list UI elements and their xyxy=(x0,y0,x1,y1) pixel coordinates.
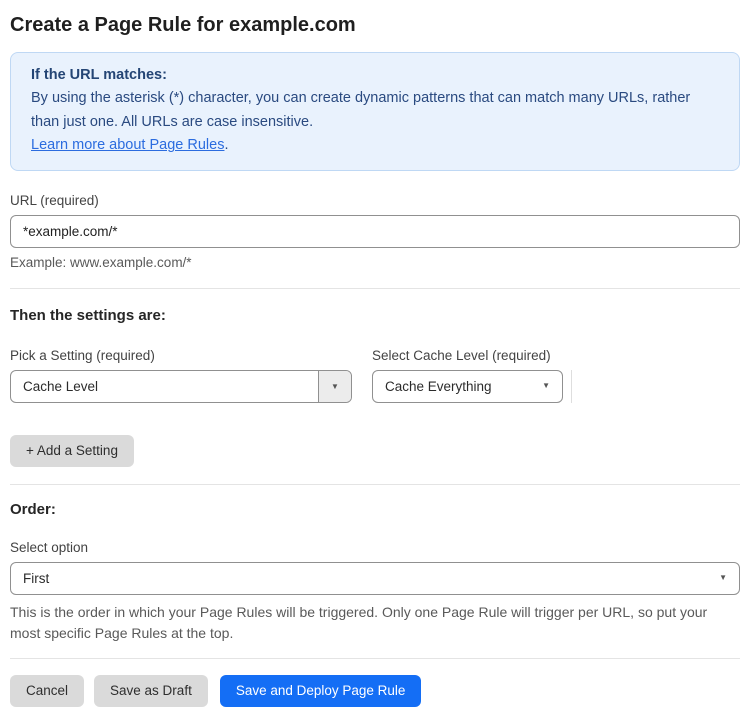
cache-level-label: Select Cache Level (required) xyxy=(372,347,551,363)
order-helper-text: This is the order in which your Page Rul… xyxy=(10,603,708,641)
link-period: . xyxy=(224,137,229,154)
chevron-down-icon: ▼ xyxy=(542,381,550,391)
learn-more-link[interactable]: Learn more about Page Rules xyxy=(31,137,224,153)
settings-row: Pick a Setting (required) Cache Level ▼ … xyxy=(10,348,740,403)
url-field-label: URL (required) xyxy=(10,192,99,208)
settings-section-heading: Then the settings are: xyxy=(10,306,166,324)
cache-level-dropdown[interactable]: Cache Everything ▼ xyxy=(372,369,563,403)
url-match-info-box: If the URL matches: By using the asteris… xyxy=(10,52,740,171)
url-input[interactable] xyxy=(10,214,740,248)
info-box-body: By using the asterisk (*) character, you… xyxy=(31,90,691,130)
info-box-heading: If the URL matches: xyxy=(31,67,167,83)
info-box-link-line: Learn more about Page Rules. xyxy=(31,134,719,157)
cache-level-value: Cache Everything xyxy=(385,378,492,394)
divider xyxy=(10,657,740,659)
order-select[interactable]: First ▼ xyxy=(10,561,740,595)
order-section-heading: Order: xyxy=(10,500,56,518)
chevron-down-icon: ▼ xyxy=(719,573,727,583)
order-select-label: Select option xyxy=(10,539,89,555)
order-select-value: First xyxy=(23,570,50,586)
divider xyxy=(10,287,740,289)
pick-setting-value: Cache Level xyxy=(23,378,99,394)
cache-level-column: Select Cache Level (required) Cache Ever… xyxy=(372,348,572,403)
pick-setting-label: Pick a Setting (required) xyxy=(10,347,155,363)
url-helper-text: Example: www.example.com/* xyxy=(10,254,192,270)
setting-row-divider xyxy=(571,369,572,403)
setting-column: Pick a Setting (required) Cache Level ▼ xyxy=(10,348,352,403)
chevron-down-icon[interactable]: ▼ xyxy=(318,370,351,402)
divider xyxy=(10,483,740,485)
pick-setting-dropdown[interactable]: Cache Level ▼ xyxy=(10,369,352,403)
add-setting-button[interactable]: + Add a Setting xyxy=(10,434,134,467)
page-title: Create a Page Rule for example.com xyxy=(10,14,356,36)
